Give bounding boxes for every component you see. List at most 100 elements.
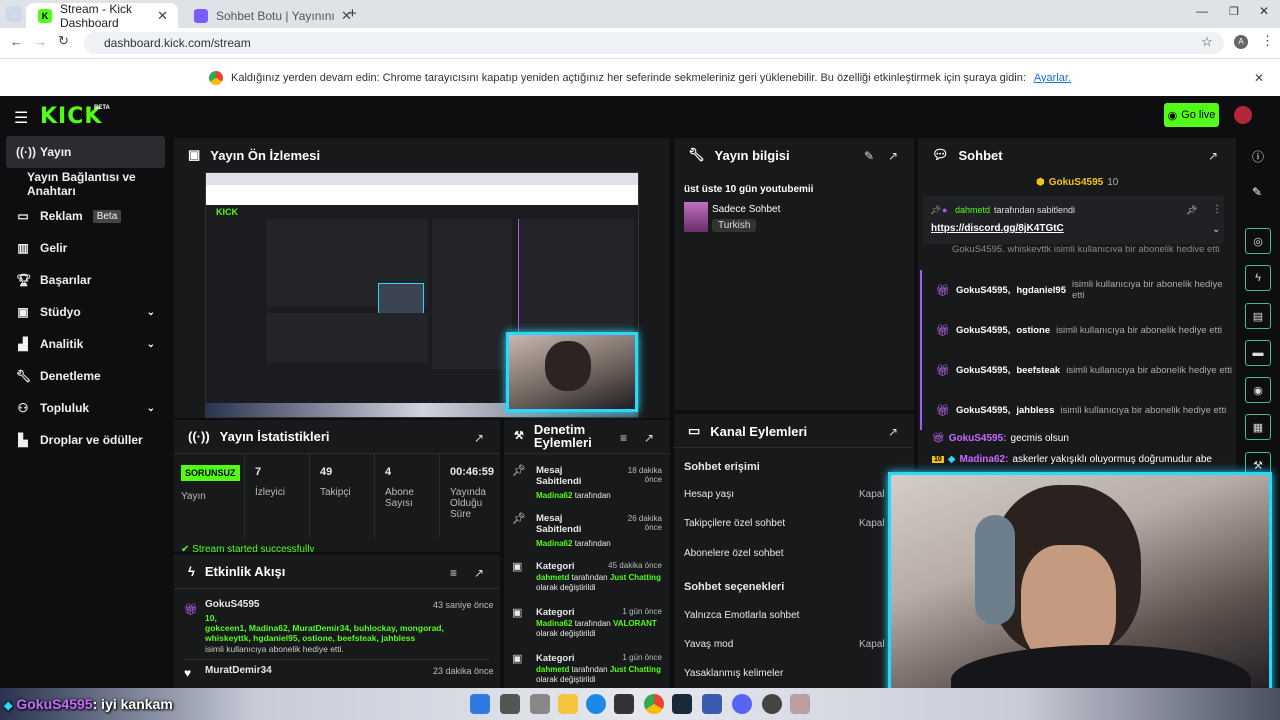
file-explorer-icon[interactable] [558, 694, 578, 714]
sidebar-item-gelir[interactable]: ▥ Gelir [6, 232, 165, 264]
more-options-icon[interactable]: ⋮ [1212, 204, 1222, 215]
gifter-name[interactable]: GokuS4595, [956, 325, 1010, 336]
sidebar-item-analitik[interactable]: ▟ Analitik ⌄ [6, 328, 165, 360]
stat-label: Takipçi [320, 487, 351, 498]
chat-settings-icon: ▭ [688, 423, 701, 438]
new-tab-icon[interactable]: + [348, 5, 357, 22]
gift-target: beefsteak [1016, 364, 1061, 376]
mod-user[interactable]: Madina62 [536, 539, 572, 548]
mod-user[interactable]: Madina62 [536, 491, 572, 500]
gifter-name[interactable]: GokuS4595, [956, 405, 1010, 416]
filter-icon[interactable]: ≡ [620, 431, 627, 445]
popout-icon[interactable]: ↗ [644, 431, 654, 445]
mod-user[interactable]: dahmetd [536, 573, 569, 582]
sidebar-item-basarilar[interactable]: 🏆︎ Başarılar [6, 264, 165, 296]
notes-tool-icon[interactable]: ▤ [1245, 303, 1271, 329]
mod-action-detail: Madina62 tarafından [536, 539, 611, 548]
tab-stream-dashboard[interactable]: K Stream - Kick Dashboard ✕ [26, 2, 178, 30]
gifter-name[interactable]: GokuS4595, [956, 365, 1010, 376]
address-input[interactable]: dashboard.kick.com/stream [84, 32, 1224, 54]
chat-username[interactable]: GokuS4595: [949, 433, 1007, 444]
activity-user[interactable]: GokuS4595 [205, 599, 259, 610]
camera-tool-icon[interactable]: ◎ [1245, 228, 1271, 254]
chevron-down-icon[interactable]: ⌄ [1212, 224, 1220, 235]
task-view-icon[interactable] [530, 694, 550, 714]
broadcast-tool-icon[interactable]: ◉ [1245, 377, 1271, 403]
sidebar-item-yayin[interactable]: ((·)) Yayın [6, 136, 165, 168]
go-live-button[interactable]: ◉ Go live [1164, 103, 1219, 127]
setting-value[interactable]: Kapal [859, 639, 885, 650]
lightning-tool-icon[interactable]: ϟ [1245, 265, 1271, 291]
profile-avatar-icon[interactable]: A [1234, 35, 1248, 49]
url-text: dashboard.kick.com/stream [104, 36, 251, 50]
unpin-icon[interactable]: 📌︎ [1186, 205, 1197, 216]
minimize-icon[interactable]: — [1196, 4, 1208, 18]
chat-username[interactable]: Madina62: [960, 454, 1009, 465]
panel-title: Yayın İstatistikleri [219, 429, 330, 444]
chrome-taskbar-icon[interactable] [644, 694, 664, 714]
popout-icon[interactable]: ↗ [474, 566, 484, 580]
bookmark-star-icon[interactable]: ☆ [1201, 34, 1213, 50]
tab-sohbet-botu[interactable]: Sohbet Botu | Yayınını güçlend ✕ [182, 3, 362, 28]
mod-user[interactable]: Madina62 [536, 619, 572, 628]
hamburger-menu-icon[interactable]: ☰ [14, 108, 28, 128]
sidebar-item-denetleme[interactable]: 🔧︎ Denetleme [6, 360, 165, 392]
popout-icon[interactable]: ↗ [1208, 149, 1218, 163]
layout-tool-icon[interactable]: ▦ [1245, 414, 1271, 440]
pin-icon: 📌︎ [512, 513, 526, 525]
hammer-icon: ⚒ [514, 429, 524, 442]
app2-icon[interactable] [790, 694, 810, 714]
sidebar-item-studyo[interactable]: ▣ Stüdyo ⌄ [6, 296, 165, 328]
preview-webcam [506, 332, 638, 412]
popout-icon[interactable]: ↗ [474, 431, 484, 445]
mod-action-title: Mesaj Sabitlendi [536, 513, 582, 535]
sidebar-item-reklam[interactable]: ▭ Reklam Beta [6, 200, 165, 232]
close-tab-icon[interactable]: ✕ [157, 8, 168, 24]
popout-icon[interactable]: ↗ [888, 149, 898, 163]
setting-value[interactable]: Kapal [859, 518, 885, 529]
chat-overlay: ◆ GokuS4595: iyi kankam [4, 696, 173, 712]
chat-tool-icon[interactable]: ▬ [1245, 340, 1271, 366]
start-menu-icon[interactable] [470, 694, 490, 714]
sidebar-item-topluluk[interactable]: ⚇ Topluluk ⌄ [6, 392, 165, 424]
popout-icon[interactable]: ↗ [888, 425, 898, 439]
settings-link[interactable]: Ayarlar. [1034, 72, 1071, 84]
filter-icon[interactable]: ≡ [450, 566, 457, 580]
sidebar-item-droplar[interactable]: ▙ Droplar ve ödüller [6, 424, 165, 456]
chevron-down-icon: ⌄ [146, 338, 155, 350]
store-icon[interactable] [614, 694, 634, 714]
chat-icon: 💬︎ [932, 147, 949, 162]
edge-icon[interactable] [586, 694, 606, 714]
edit-pencil-icon[interactable]: ✎ [864, 149, 874, 163]
pinned-link[interactable]: https://discord.gg/8jK4TGtC [931, 223, 1064, 234]
broadcast-icon: ((·)) [16, 145, 36, 159]
close-infobar-icon[interactable]: ✕ [1254, 71, 1264, 85]
steam-icon[interactable] [672, 694, 692, 714]
mod-user[interactable]: dahmetd [536, 665, 569, 674]
stream-preview-panel: ▣ Yayın Ön İzlemesi KICK [174, 138, 670, 418]
browser-menu-icon[interactable]: ⋮ [1261, 33, 1274, 49]
overlay-username: GokuS4595 [16, 696, 93, 712]
close-window-icon[interactable]: ✕ [1259, 4, 1269, 18]
discord-icon[interactable] [732, 694, 752, 714]
reload-icon[interactable]: ↻ [58, 33, 69, 49]
search-taskbar-icon[interactable] [500, 694, 520, 714]
vip-badge-icon: ◆ [4, 700, 13, 712]
edit-icon[interactable]: ✎ [1252, 185, 1262, 199]
pinned-message: 📌︎ ● dahmetd tarafından sabitlendi 📌︎ ⋮ … [922, 196, 1224, 244]
app-icon[interactable] [702, 694, 722, 714]
obs-icon[interactable] [762, 694, 782, 714]
back-icon[interactable]: ← [10, 34, 23, 49]
sidebar-item-stream-key[interactable]: Yayın Bağlantısı ve Anahtarı [6, 168, 165, 200]
tab-search-icon[interactable]: ⌄ [6, 6, 22, 22]
info-icon[interactable]: ⓘ [1252, 148, 1264, 165]
forward-icon[interactable]: → [34, 34, 47, 49]
subs-value: 4 [385, 466, 392, 478]
pin-icon: 📌︎ [930, 205, 942, 215]
restore-icon[interactable]: ❐ [1229, 5, 1239, 18]
activity-user[interactable]: MuratDemir34 [205, 665, 272, 676]
panel-title: Sohbet [958, 147, 1003, 163]
setting-value[interactable]: Kapal [859, 489, 885, 500]
user-avatar[interactable] [1234, 106, 1252, 124]
gifter-name[interactable]: GokuS4595, [956, 285, 1010, 296]
